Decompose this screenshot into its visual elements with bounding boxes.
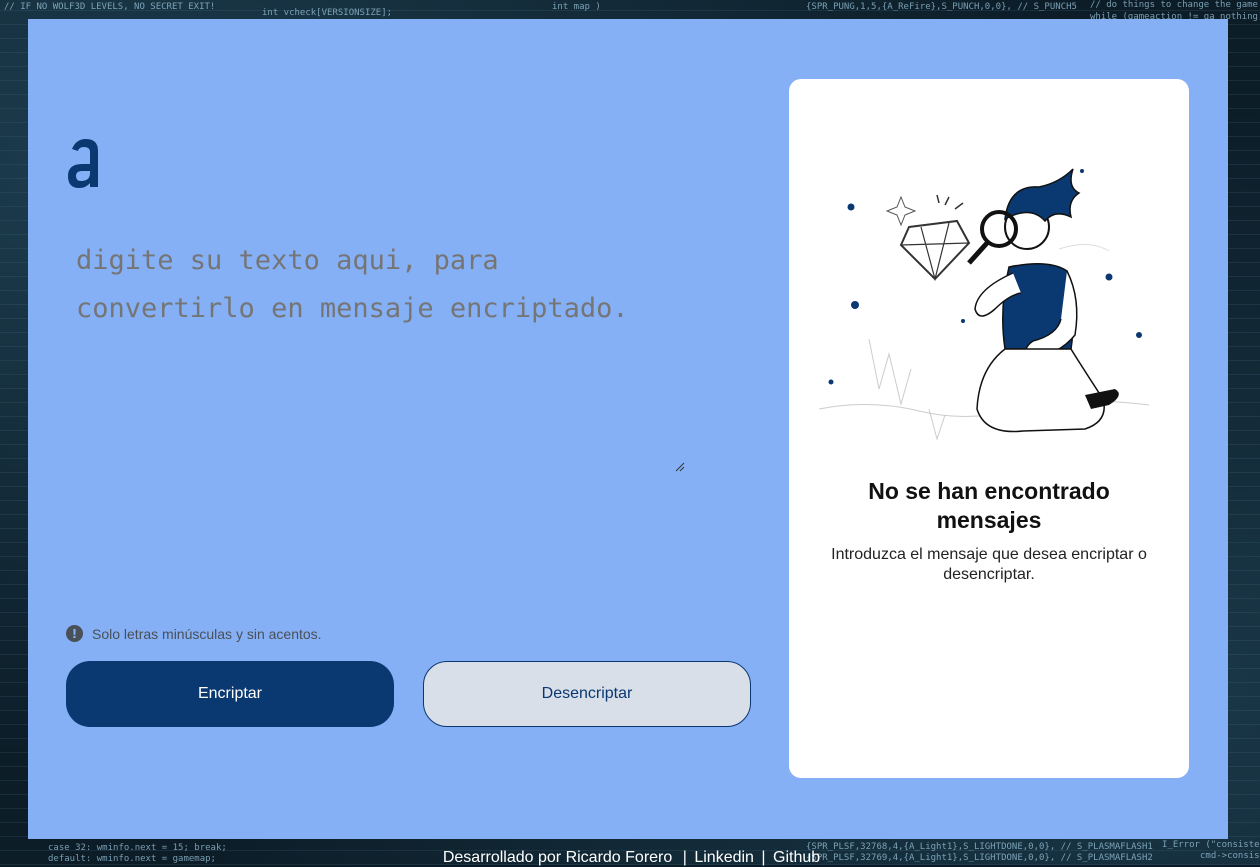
exclamation-circle-icon: ! — [66, 625, 83, 642]
resize-handle-icon[interactable] — [675, 462, 685, 472]
code-line: int map ) — [552, 2, 601, 12]
linkedin-link[interactable]: Linkedin — [694, 849, 754, 866]
encryptor-app: ! Solo letras minúsculas y sin acentos. … — [28, 19, 1228, 839]
person-with-magnifier-and-diamond-illustration — [818, 168, 1150, 441]
alura-logo-icon[interactable] — [66, 137, 102, 189]
input-hint: ! Solo letras minúsculas y sin acentos. — [66, 625, 322, 642]
empty-state-title: No se han encontrado mensajes — [868, 478, 1110, 533]
code-line: int vcheck[VERSIONSIZE]; — [262, 8, 393, 18]
output-panel: No se han encontrado mensajes Introduzca… — [789, 79, 1189, 778]
hint-text: Solo letras minúsculas y sin acentos. — [92, 625, 322, 642]
footer-separator: | — [761, 849, 766, 866]
message-input[interactable] — [66, 237, 686, 473]
encrypt-button[interactable]: Encriptar — [66, 661, 394, 727]
code-line: // do things to change the game state — [1090, 0, 1260, 10]
footer-credit: Desarrollado por Ricardo Forero — [442, 849, 673, 866]
footer: Desarrollado por Ricardo Forero | Linked… — [0, 849, 1260, 867]
footer-separator: | — [682, 849, 687, 866]
empty-state-text: Introduzca el mensaje que desea encripta… — [831, 546, 1147, 583]
decrypt-button[interactable]: Desencriptar — [423, 661, 751, 727]
code-line: {SPR_PUNG,1,5,{A_ReFire},S_PUNCH,0,0}, /… — [806, 2, 1077, 12]
code-line: // IF NO WOLF3D LEVELS, NO SECRET EXIT! — [4, 2, 216, 12]
github-link[interactable]: Github — [773, 849, 820, 866]
